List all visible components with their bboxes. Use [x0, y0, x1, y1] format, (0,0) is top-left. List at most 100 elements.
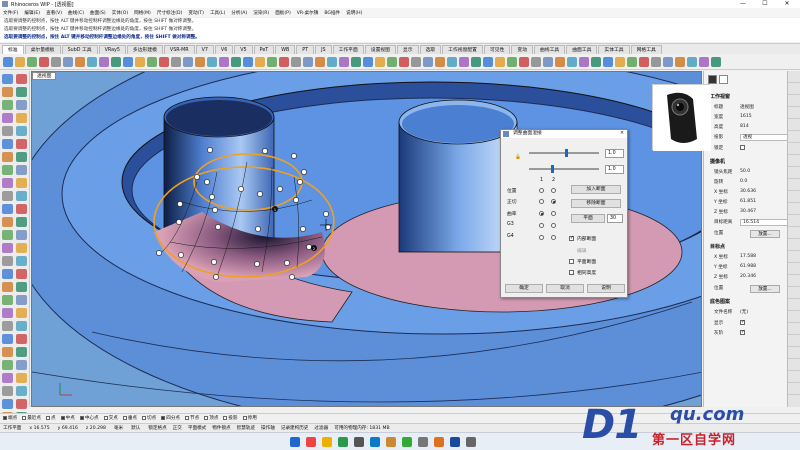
toolbar-tool-icon[interactable]: [399, 56, 409, 67]
toolbar-tool-icon[interactable]: [87, 56, 97, 67]
left-tool-icon[interactable]: [2, 139, 13, 149]
menu-item[interactable]: 分析(A): [231, 10, 247, 16]
toolbar-tool-icon[interactable]: [111, 56, 121, 67]
toolbar-tool-icon[interactable]: [411, 56, 421, 67]
left-tool-icon[interactable]: [16, 191, 27, 201]
left-tool-icon[interactable]: [16, 386, 27, 396]
left-tool-icon[interactable]: [16, 230, 27, 240]
toolbar-tool-icon[interactable]: [375, 56, 385, 67]
osnap-option[interactable]: 垂点: [122, 415, 137, 421]
left-tool-icon[interactable]: [2, 74, 13, 84]
status-toggle[interactable]: 操作轴: [261, 425, 275, 431]
target-place-button[interactable]: 放置...: [750, 285, 780, 293]
toolbar-tab[interactable]: V5: [234, 45, 253, 54]
status-toggle[interactable]: 可用的物理内存: 1831 MB: [334, 425, 389, 431]
left-tool-icon[interactable]: [16, 360, 27, 370]
taskbar-app-icon[interactable]: [354, 436, 364, 447]
flat-value-input[interactable]: 30: [607, 214, 623, 223]
toolbar-tool-icon[interactable]: [99, 56, 109, 67]
command-prompt[interactable]: 选取要调整的控制点，按住 ALT 键并移动控制杆调整边缘处的角度，按住 SHIF…: [0, 34, 800, 42]
toolbar-tool-icon[interactable]: [687, 56, 697, 67]
taskbar-app-icon[interactable]: [418, 436, 428, 447]
radio-tangent-2[interactable]: [551, 199, 556, 204]
toolbar-tool-icon[interactable]: [123, 56, 133, 67]
left-tool-icon[interactable]: [16, 269, 27, 279]
osnap-option[interactable]: 最近点: [22, 415, 41, 421]
toolbar-tool-icon[interactable]: [423, 56, 433, 67]
menu-item[interactable]: VR-桌尔镇: [297, 10, 319, 16]
left-tool-icon[interactable]: [2, 126, 13, 136]
taskbar-app-icon[interactable]: [386, 436, 396, 447]
slider-1[interactable]: [529, 149, 599, 157]
close-icon[interactable]: ✕: [776, 0, 798, 8]
osnap-checkbox[interactable]: [185, 415, 190, 420]
left-tool-icon[interactable]: [16, 282, 27, 292]
left-tool-icon[interactable]: [16, 139, 27, 149]
radio-tangent-1[interactable]: [539, 199, 544, 204]
toolbar-tool-icon[interactable]: [603, 56, 613, 67]
toolbar-tab[interactable]: VSR-MR: [163, 45, 195, 54]
prop-filename[interactable]: 文件名称 (无): [714, 309, 788, 317]
layer-icon[interactable]: [719, 75, 728, 84]
taskbar-app-icon[interactable]: [290, 436, 300, 447]
slider-1-handle[interactable]: [565, 149, 568, 157]
side-tab[interactable]: [788, 203, 800, 215]
left-tool-icon[interactable]: [16, 347, 27, 357]
toolbar-tool-icon[interactable]: [627, 56, 637, 67]
left-tool-icon[interactable]: [2, 191, 13, 201]
side-tab[interactable]: [788, 251, 800, 263]
toolbar-tool-icon[interactable]: [387, 56, 397, 67]
toolbar-tab[interactable]: 多边形建模: [126, 45, 163, 54]
left-tool-icon[interactable]: [16, 321, 27, 331]
left-tool-icon[interactable]: [2, 269, 13, 279]
slider-1-input[interactable]: 1.0: [605, 149, 624, 158]
toolbar-tool-icon[interactable]: [183, 56, 193, 67]
left-tool-icon[interactable]: [2, 386, 13, 396]
side-tab[interactable]: [788, 227, 800, 239]
minimize-icon[interactable]: —: [732, 0, 754, 8]
toolbar-tool-icon[interactable]: [291, 56, 301, 67]
menu-item[interactable]: 实体(O): [112, 10, 128, 16]
toolbar-tool-icon[interactable]: [327, 56, 337, 67]
toolbar-tab[interactable]: SubD 工具: [61, 45, 98, 54]
left-tool-icon[interactable]: [16, 295, 27, 305]
radio-g4-1[interactable]: [539, 235, 544, 240]
toolbar-tool-icon[interactable]: [75, 56, 85, 67]
left-tool-icon[interactable]: [16, 100, 27, 110]
toolbar-tab[interactable]: 曲面工具: [566, 45, 598, 54]
side-tab[interactable]: [788, 287, 800, 299]
osnap-option[interactable]: 端点: [3, 415, 17, 421]
left-tool-icon[interactable]: [2, 87, 13, 97]
side-tab[interactable]: [788, 335, 800, 347]
left-tool-icon[interactable]: [2, 243, 13, 253]
side-tab[interactable]: [788, 83, 800, 95]
left-tool-icon[interactable]: [2, 373, 13, 383]
toolbar-tool-icon[interactable]: [171, 56, 181, 67]
toolbar-tab[interactable]: PT: [296, 45, 315, 54]
toolbar-tool-icon[interactable]: [615, 56, 625, 67]
side-tab[interactable]: [788, 143, 800, 155]
left-tool-icon[interactable]: [16, 399, 27, 409]
taskbar-app-icon[interactable]: [450, 436, 460, 447]
taskbar-app-icon[interactable]: [466, 436, 476, 447]
toolbar-tab[interactable]: VRay5: [98, 45, 126, 54]
toolbar-tool-icon[interactable]: [459, 56, 469, 67]
toolbar-tool-icon[interactable]: [159, 56, 169, 67]
osnap-option[interactable]: 点: [46, 415, 56, 421]
side-tab[interactable]: [788, 263, 800, 275]
left-tool-icon[interactable]: [2, 321, 13, 331]
toolbar-tab[interactable]: 工作平面: [332, 45, 364, 54]
show-checkbox[interactable]: [740, 319, 745, 325]
toolbar-tool-icon[interactable]: [363, 56, 373, 67]
radio-position-1[interactable]: [539, 188, 544, 193]
side-tab[interactable]: [788, 275, 800, 287]
left-tool-icon[interactable]: [16, 178, 27, 188]
toolbar-tab[interactable]: 曲线工具: [534, 45, 566, 54]
side-tab[interactable]: [788, 347, 800, 359]
flat-section-checkbox[interactable]: [569, 259, 574, 264]
toolbar-tool-icon[interactable]: [651, 56, 661, 67]
status-toggle[interactable]: 正交: [173, 425, 182, 431]
toolbar-tab[interactable]: 选取: [419, 45, 442, 54]
osnap-checkbox[interactable]: [242, 415, 247, 420]
osnap-option[interactable]: 节点: [185, 415, 199, 421]
